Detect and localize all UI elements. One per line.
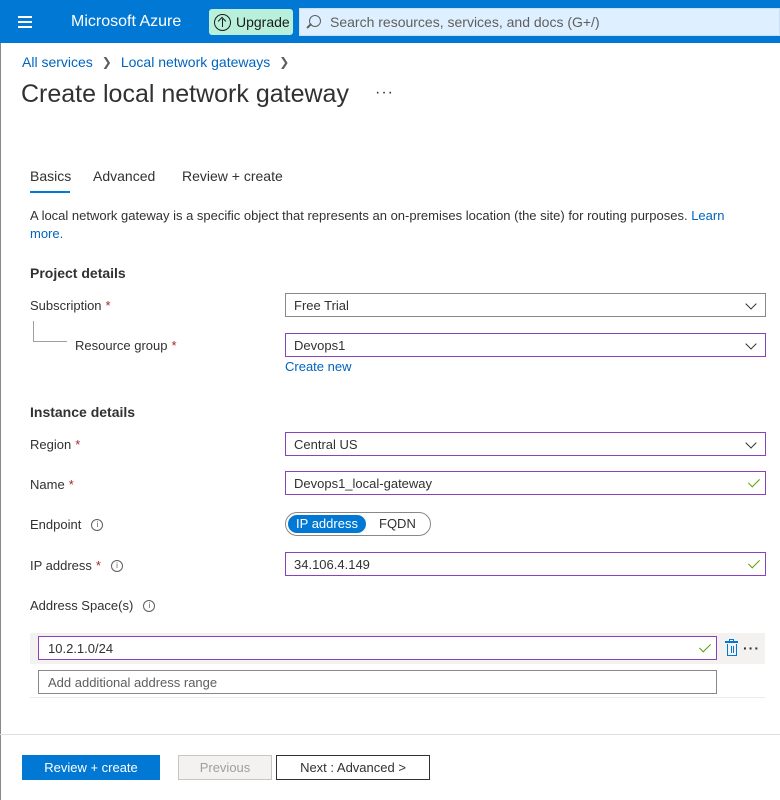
name-label-text: Name (30, 477, 65, 492)
region-label-text: Region (30, 437, 72, 452)
resource-group-label: Resource group * (75, 338, 177, 353)
ip-address-label: IP address * i (30, 558, 123, 573)
endpoint-option-fqdn[interactable]: FQDN (379, 516, 416, 531)
resource-group-value: Devops1 (294, 337, 346, 353)
upgrade-button[interactable]: Upgrade (209, 9, 293, 35)
active-tab-indicator (30, 191, 70, 193)
info-icon[interactable]: i (110, 559, 123, 572)
ip-address-label-text: IP address (30, 558, 92, 573)
delete-icon[interactable] (725, 639, 738, 656)
subscription-select[interactable]: Free Trial (285, 293, 766, 317)
chevron-down-icon (745, 298, 757, 310)
add-address-range-input[interactable]: Add additional address range (38, 670, 717, 694)
info-icon[interactable]: i (143, 599, 156, 612)
tab-review-create[interactable]: Review + create (182, 168, 283, 184)
address-space-label-text: Address Space(s) (30, 598, 134, 613)
description: A local network gateway is a specific ob… (30, 207, 750, 243)
breadcrumb-local-network-gateways[interactable]: Local network gateways (121, 54, 270, 70)
endpoint-toggle: IP address FQDN (285, 512, 431, 536)
chevron-down-icon (745, 338, 757, 350)
search-placeholder: Search resources, services, and docs (G+… (330, 14, 600, 30)
upgrade-arrow-icon (214, 13, 231, 31)
breadcrumb: All services ❯ Local network gateways ❯ (22, 54, 298, 70)
subscription-label-text: Subscription (30, 298, 102, 313)
required-marker: * (75, 437, 81, 452)
add-address-range-placeholder: Add additional address range (48, 674, 218, 690)
region-label: Region * (30, 437, 80, 452)
address-space-label: Address Space(s) i (30, 598, 156, 613)
name-label: Name * (30, 477, 74, 492)
instance-details-heading: Instance details (30, 404, 136, 420)
breadcrumb-all-services[interactable]: All services (22, 54, 93, 70)
endpoint-label-text: Endpoint (30, 517, 82, 532)
required-marker: * (105, 298, 111, 313)
tab-basics[interactable]: Basics (30, 168, 71, 184)
required-marker: * (171, 338, 177, 353)
page-title: Create local network gateway (21, 80, 349, 108)
upgrade-label: Upgrade (236, 14, 290, 30)
project-details-heading: Project details (30, 265, 126, 281)
checkmark-icon (747, 556, 761, 569)
more-options-icon[interactable]: ··· (743, 640, 760, 656)
next-advanced-button[interactable]: Next : Advanced > (276, 755, 430, 780)
endpoint-label: Endpoint i (30, 517, 104, 532)
address-range-value: 10.2.1.0/24 (48, 640, 114, 656)
top-bar: Microsoft Azure Upgrade Search resources… (0, 0, 780, 43)
brand-title[interactable]: Microsoft Azure (71, 13, 181, 31)
endpoint-option-ip-address[interactable]: IP address (288, 515, 366, 533)
tree-connector (33, 341, 67, 342)
ip-address-value: 34.106.4.149 (294, 556, 370, 572)
name-value: Devops1_local-gateway (294, 475, 433, 491)
search-input[interactable]: Search resources, services, and docs (G+… (299, 8, 780, 36)
search-icon (309, 15, 321, 27)
chevron-right-icon: ❯ (101, 55, 112, 69)
resource-group-select[interactable]: Devops1 (285, 333, 766, 357)
checkmark-icon (747, 475, 761, 488)
description-text: A local network gateway is a specific ob… (30, 208, 688, 223)
checkmark-icon (698, 640, 712, 653)
chevron-down-icon (745, 437, 757, 449)
footer-divider (0, 734, 780, 735)
previous-button[interactable]: Previous (178, 755, 272, 780)
required-marker: * (95, 558, 101, 573)
name-input[interactable]: Devops1_local-gateway (285, 471, 766, 495)
tab-advanced[interactable]: Advanced (93, 168, 155, 184)
region-value: Central US (294, 436, 358, 452)
address-range-input[interactable]: 10.2.1.0/24 (38, 636, 717, 660)
info-icon[interactable]: i (91, 518, 104, 531)
more-options-icon[interactable]: ··· (375, 84, 394, 102)
menu-icon[interactable] (12, 12, 40, 32)
chevron-right-icon: ❯ (279, 55, 290, 69)
tree-connector (33, 321, 34, 342)
create-new-link[interactable]: Create new (285, 359, 351, 374)
subscription-label: Subscription * (30, 298, 111, 313)
ip-address-input[interactable]: 34.106.4.149 (285, 552, 766, 576)
subscription-value: Free Trial (294, 297, 349, 313)
resource-group-label-text: Resource group (75, 338, 168, 353)
region-select[interactable]: Central US (285, 432, 766, 456)
review-create-button[interactable]: Review + create (22, 755, 160, 780)
left-border (0, 43, 1, 800)
required-marker: * (68, 477, 74, 492)
